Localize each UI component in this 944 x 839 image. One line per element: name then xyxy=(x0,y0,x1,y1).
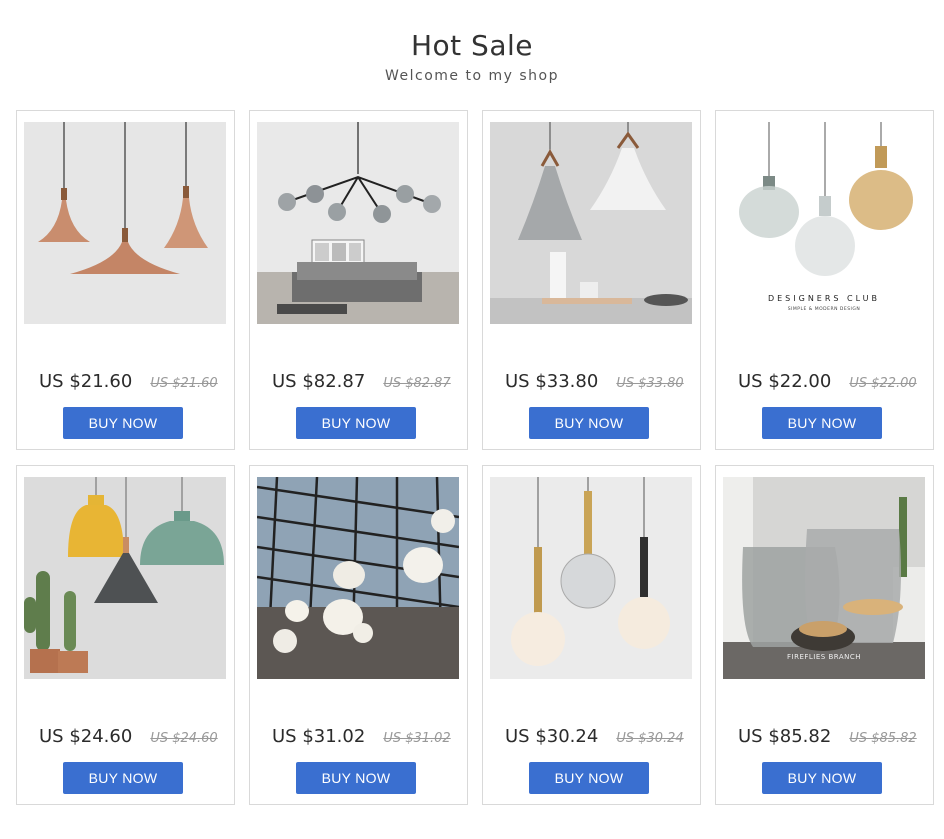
price-row: US $22.00 US $22.00 xyxy=(738,371,928,392)
price: US $22.00 xyxy=(738,371,832,392)
buy-now-button[interactable]: BUY NOW xyxy=(762,407,882,439)
price-row: US $82.87 US $82.87 xyxy=(272,371,462,392)
price: US $85.82 xyxy=(738,726,832,747)
page-header: Hot Sale Welcome to my shop xyxy=(0,26,944,86)
product-image[interactable] xyxy=(24,477,226,679)
product-image[interactable]: DESIGNERS CLUB SIMPLE & MODERN DESIGN xyxy=(723,122,925,324)
price: US $31.02 xyxy=(272,726,366,747)
product-image[interactable]: FIREFLIES BRANCH xyxy=(723,477,925,679)
product-card[interactable]: US $21.60 US $21.60 BUY NOW xyxy=(16,110,235,450)
buy-now-button[interactable]: BUY NOW xyxy=(63,407,183,439)
price: US $24.60 xyxy=(39,726,133,747)
image-brand-text: FIREFLIES BRANCH xyxy=(787,653,861,661)
price-row: US $21.60 US $21.60 xyxy=(39,371,229,392)
product-card[interactable]: US $30.24 US $30.24 BUY NOW xyxy=(482,465,701,805)
buy-now-button[interactable]: BUY NOW xyxy=(296,407,416,439)
image-brand-text: DESIGNERS CLUB xyxy=(768,294,880,303)
product-image[interactable] xyxy=(490,122,692,324)
page-subtitle: Welcome to my shop xyxy=(385,68,559,84)
product-card[interactable]: US $24.60 US $24.60 BUY NOW xyxy=(16,465,235,805)
price: US $82.87 xyxy=(272,371,366,392)
old-price: US $30.24 xyxy=(616,731,684,746)
product-image[interactable] xyxy=(257,122,459,324)
price-row: US $31.02 US $31.02 xyxy=(272,726,462,747)
price: US $30.24 xyxy=(505,726,599,747)
price: US $21.60 xyxy=(39,371,133,392)
buy-now-button[interactable]: BUY NOW xyxy=(762,762,882,794)
old-price: US $21.60 xyxy=(150,376,218,391)
product-card[interactable]: DESIGNERS CLUB SIMPLE & MODERN DESIGN US… xyxy=(715,110,934,450)
old-price: US $85.82 xyxy=(849,731,917,746)
product-card[interactable]: US $31.02 US $31.02 BUY NOW xyxy=(249,465,468,805)
price-row: US $33.80 US $33.80 xyxy=(505,371,695,392)
price-row: US $24.60 US $24.60 xyxy=(39,726,229,747)
buy-now-button[interactable]: BUY NOW xyxy=(529,407,649,439)
price-row: US $30.24 US $30.24 xyxy=(505,726,695,747)
old-price: US $22.00 xyxy=(849,376,917,391)
product-grid: US $21.60 US $21.60 BUY NOW US $82.87 US… xyxy=(16,110,934,805)
old-price: US $31.02 xyxy=(383,731,451,746)
old-price: US $33.80 xyxy=(616,376,684,391)
product-card[interactable]: US $82.87 US $82.87 BUY NOW xyxy=(249,110,468,450)
buy-now-button[interactable]: BUY NOW xyxy=(296,762,416,794)
product-card[interactable]: FIREFLIES BRANCH US $85.82 US $85.82 BUY … xyxy=(715,465,934,805)
page-title: Hot Sale xyxy=(410,29,533,62)
image-tagline-text: SIMPLE & MODERN DESIGN xyxy=(788,306,861,312)
product-image[interactable] xyxy=(257,477,459,679)
old-price: US $82.87 xyxy=(383,376,451,391)
product-image[interactable] xyxy=(490,477,692,679)
product-card[interactable]: US $33.80 US $33.80 BUY NOW xyxy=(482,110,701,450)
old-price: US $24.60 xyxy=(150,731,218,746)
buy-now-button[interactable]: BUY NOW xyxy=(529,762,649,794)
price-row: US $85.82 US $85.82 xyxy=(738,726,928,747)
buy-now-button[interactable]: BUY NOW xyxy=(63,762,183,794)
product-image[interactable] xyxy=(24,122,226,324)
price: US $33.80 xyxy=(505,371,599,392)
